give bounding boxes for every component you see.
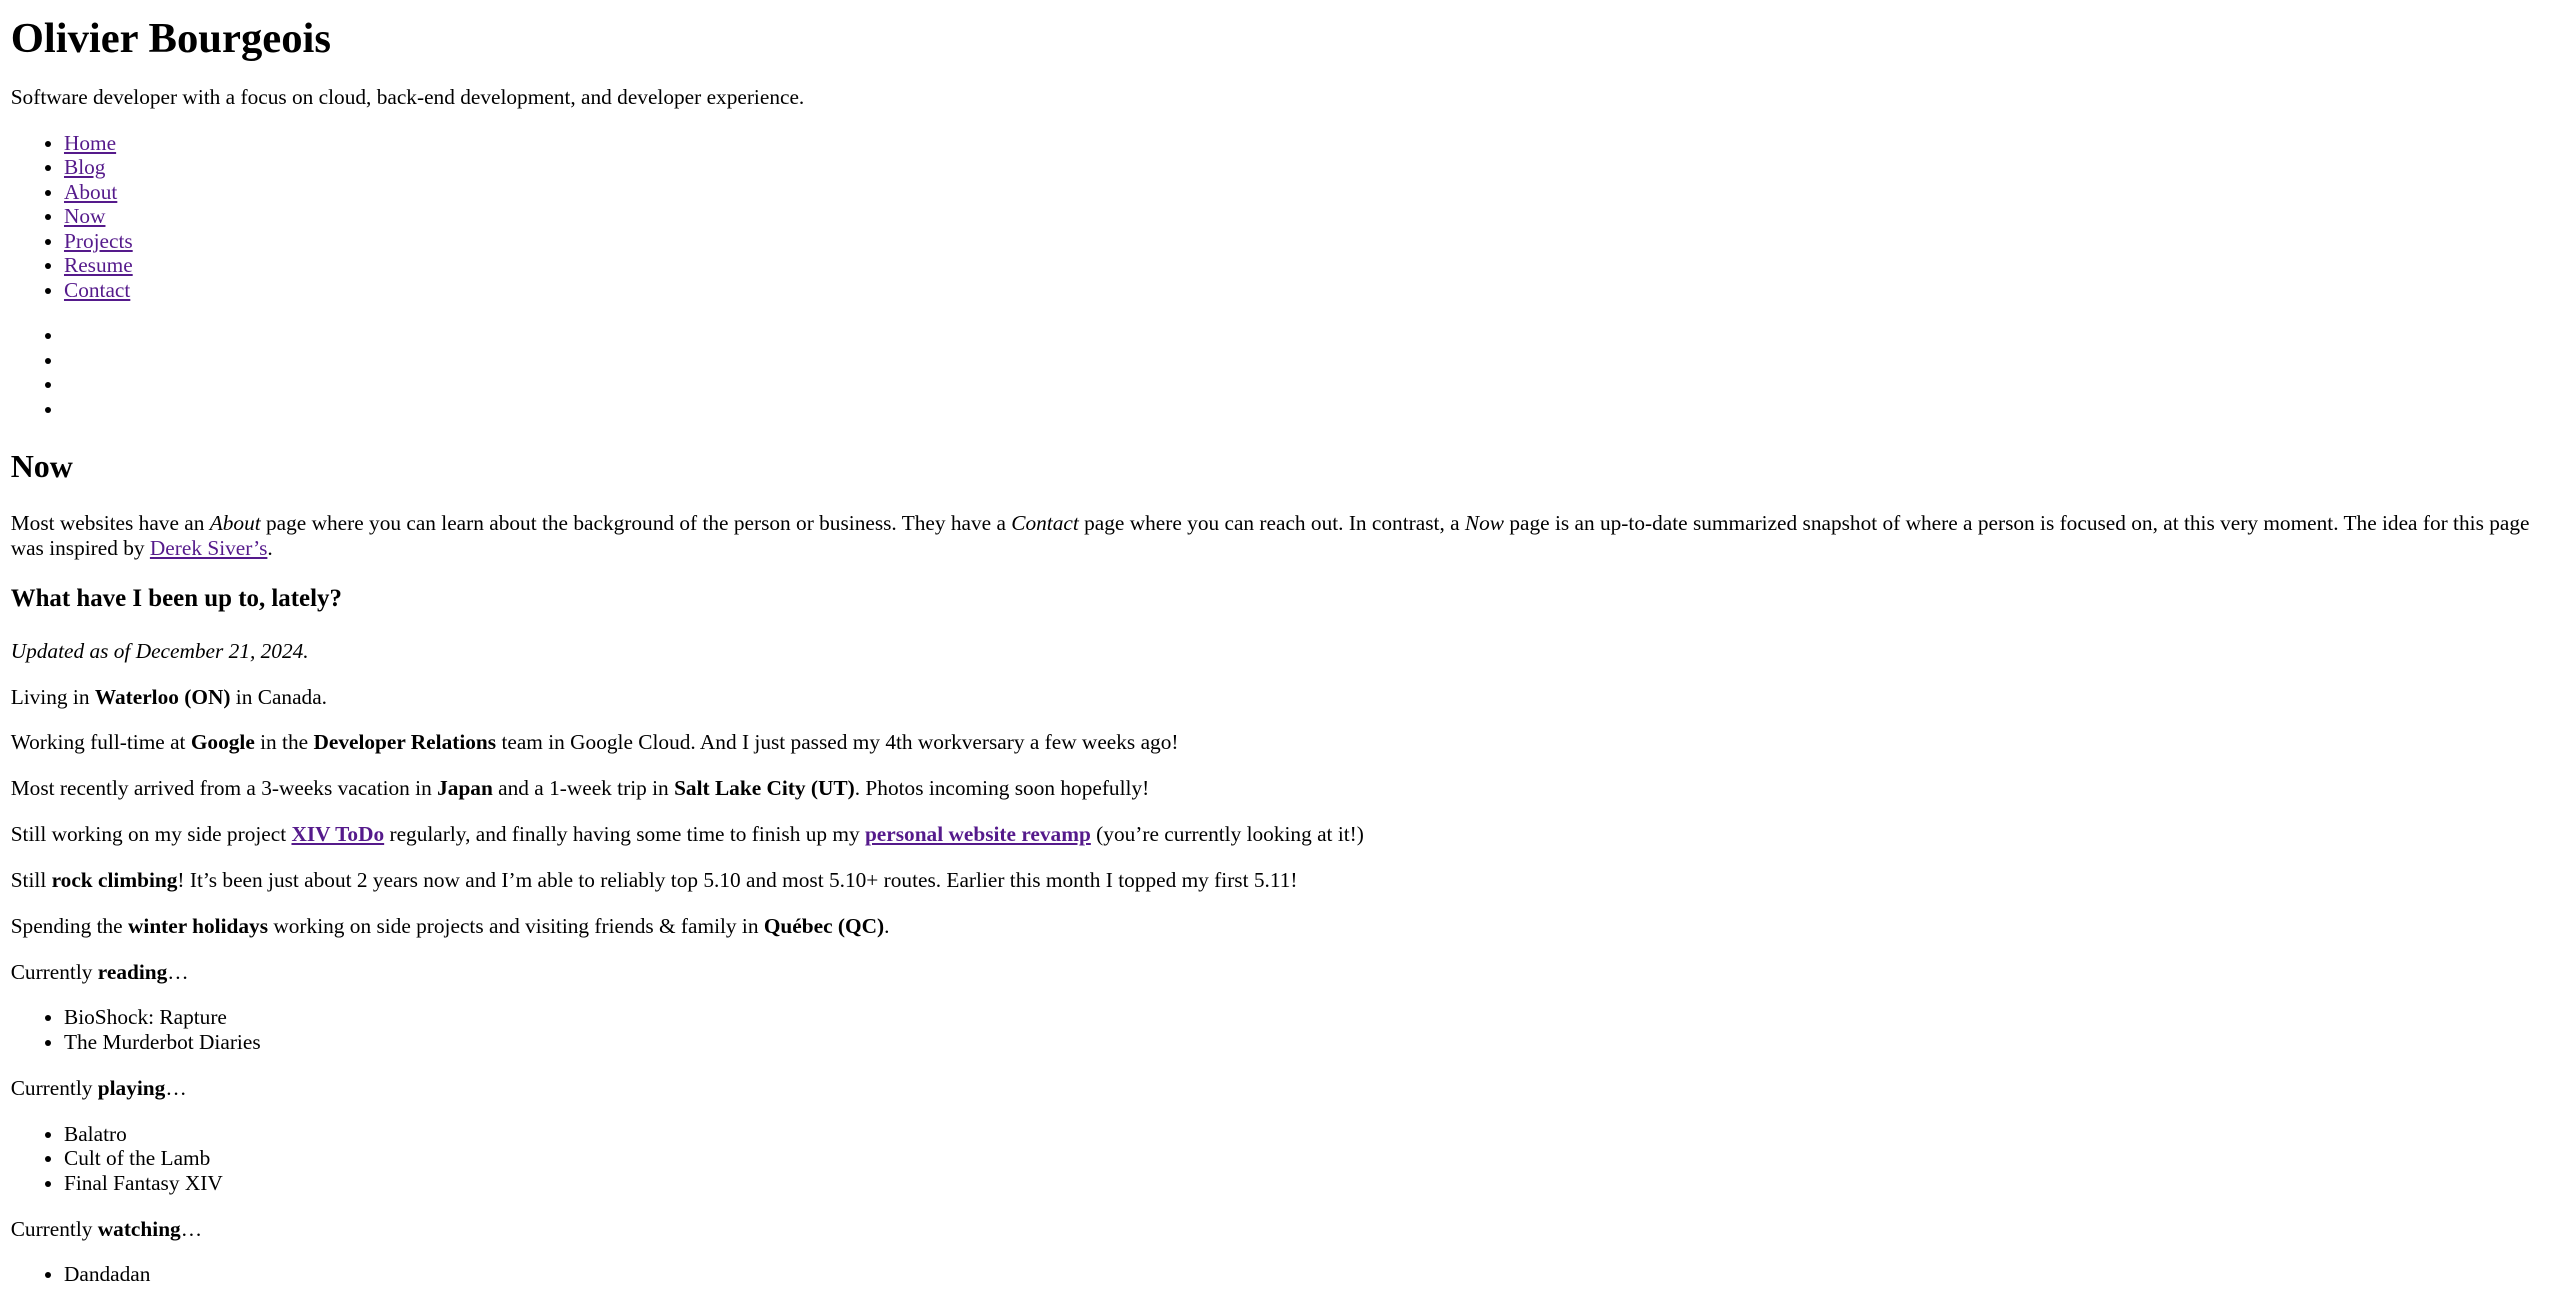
social-links-list	[11, 323, 2549, 421]
working-paragraph: Working full-time at Google in the Devel…	[11, 730, 2549, 755]
text: (you’re currently looking at it!)	[1090, 822, 1364, 847]
watching-heading: Currently watching…	[11, 1217, 2549, 1242]
xiv-todo-link[interactable]: XIV ToDo	[291, 822, 384, 846]
watching-list: Dandadan	[11, 1262, 2549, 1287]
text: team in Google Cloud. And I just passed …	[496, 730, 1179, 755]
intro-text: .	[267, 535, 273, 560]
text: working on side projects and visiting fr…	[268, 913, 764, 938]
contact-emphasis: Contact	[1011, 511, 1079, 536]
intro-text: page where you can reach out. In contras…	[1078, 511, 1465, 536]
text: Most recently arrived from a 3-weeks vac…	[10, 776, 438, 801]
nav-link-projects[interactable]: Projects	[64, 229, 133, 253]
category-bold: playing	[97, 1075, 166, 1100]
activity-bold: rock climbing	[51, 867, 178, 892]
nav-item-home: Home	[64, 131, 2549, 156]
nav-link-blog[interactable]: Blog	[64, 155, 105, 179]
social-link-item[interactable]	[64, 397, 2549, 422]
text: in the	[254, 730, 314, 755]
playing-heading: Currently playing…	[11, 1076, 2549, 1101]
text: …	[167, 959, 189, 984]
derek-sivers-link[interactable]: Derek Siver’s	[150, 536, 267, 560]
category-bold: watching	[97, 1216, 181, 1241]
reading-list: BioShock: Rapture The Murderbot Diaries	[11, 1005, 2549, 1054]
text: Currently	[10, 959, 98, 984]
main-nav: Home Blog About Now Projects Resume Cont…	[11, 131, 2549, 422]
social-link-item[interactable]	[64, 348, 2549, 373]
location-bold: Waterloo (ON)	[94, 684, 231, 709]
text: Living in	[10, 684, 95, 709]
website-revamp-link[interactable]: personal website revamp	[865, 822, 1091, 846]
nav-item-projects: Projects	[64, 229, 2549, 254]
nav-link-home[interactable]: Home	[64, 131, 116, 155]
nav-item-about: About	[64, 180, 2549, 205]
reading-heading: Currently reading…	[11, 960, 2549, 985]
intro-text: Most websites have an	[10, 511, 210, 536]
text: Still working on my side project	[10, 822, 292, 847]
text: Still	[10, 867, 52, 892]
nav-item-resume: Resume	[64, 253, 2549, 278]
text: Spending the	[10, 913, 128, 938]
projects-paragraph: Still working on my side project XIV ToD…	[11, 822, 2549, 847]
now-emphasis: Now	[1464, 511, 1505, 536]
destination-bold: Salt Lake City (UT)	[674, 776, 855, 801]
text: regularly, and finally having some time …	[384, 822, 865, 847]
destination-bold: Japan	[437, 776, 493, 801]
text: Working full-time at	[10, 730, 191, 755]
site-header: Olivier Bourgeois Software developer wit…	[11, 14, 2549, 421]
text: . Photos incoming soon hopefully!	[854, 776, 1150, 801]
nav-link-contact[interactable]: Contact	[64, 278, 130, 302]
updated-text: Updated as of December 21, 2024.	[10, 638, 309, 663]
site-tagline: Software developer with a focus on cloud…	[10, 84, 805, 109]
text: Currently	[10, 1216, 98, 1241]
intro-paragraph: Most websites have an About page where y…	[11, 511, 2549, 560]
text: and a 1-week trip in	[492, 776, 675, 801]
main-content: Now Most websites have an About page whe…	[11, 448, 2549, 1287]
team-bold: Developer Relations	[313, 730, 497, 755]
site-title: Olivier Bourgeois	[10, 15, 331, 63]
updated-date: Updated as of December 21, 2024.	[11, 639, 2549, 664]
location-bold: Québec (QC)	[763, 913, 885, 938]
living-paragraph: Living in Waterloo (ON) in Canada.	[11, 685, 2549, 710]
text: ! It’s been just about 2 years now and I…	[177, 867, 1298, 892]
list-item: BioShock: Rapture	[64, 1005, 2549, 1030]
social-link-item[interactable]	[64, 323, 2549, 348]
list-item: Cult of the Lamb	[64, 1146, 2549, 1171]
page-title: Now	[10, 447, 73, 484]
nav-list: Home Blog About Now Projects Resume Cont…	[11, 131, 2549, 303]
intro-text: page where you can learn about the backg…	[260, 511, 1012, 536]
list-item: Final Fantasy XIV	[64, 1171, 2549, 1196]
text: …	[180, 1216, 203, 1241]
climbing-paragraph: Still rock climbing! It’s been just abou…	[11, 868, 2549, 893]
list-item: The Murderbot Diaries	[64, 1030, 2549, 1055]
nav-item-now: Now	[64, 204, 2549, 229]
list-item: Dandadan	[64, 1262, 2549, 1287]
employer-bold: Google	[190, 730, 255, 755]
section-heading: What have I been up to, lately?	[10, 585, 342, 613]
text: …	[165, 1075, 187, 1100]
list-item: Balatro	[64, 1122, 2549, 1147]
nav-link-resume[interactable]: Resume	[64, 253, 133, 277]
playing-list: Balatro Cult of the Lamb Final Fantasy X…	[11, 1122, 2549, 1196]
category-bold: reading	[97, 959, 168, 984]
nav-link-now[interactable]: Now	[64, 204, 105, 228]
text: .	[884, 913, 890, 938]
nav-item-blog: Blog	[64, 155, 2549, 180]
social-link-item[interactable]	[64, 372, 2549, 397]
text: Currently	[10, 1075, 98, 1100]
travel-paragraph: Most recently arrived from a 3-weeks vac…	[11, 776, 2549, 801]
text: in Canada.	[230, 684, 328, 709]
nav-item-contact: Contact	[64, 278, 2549, 303]
holidays-paragraph: Spending the winter holidays working on …	[11, 914, 2549, 939]
about-emphasis: About	[209, 511, 261, 536]
nav-link-about[interactable]: About	[64, 180, 117, 204]
holidays-bold: winter holidays	[127, 913, 269, 938]
